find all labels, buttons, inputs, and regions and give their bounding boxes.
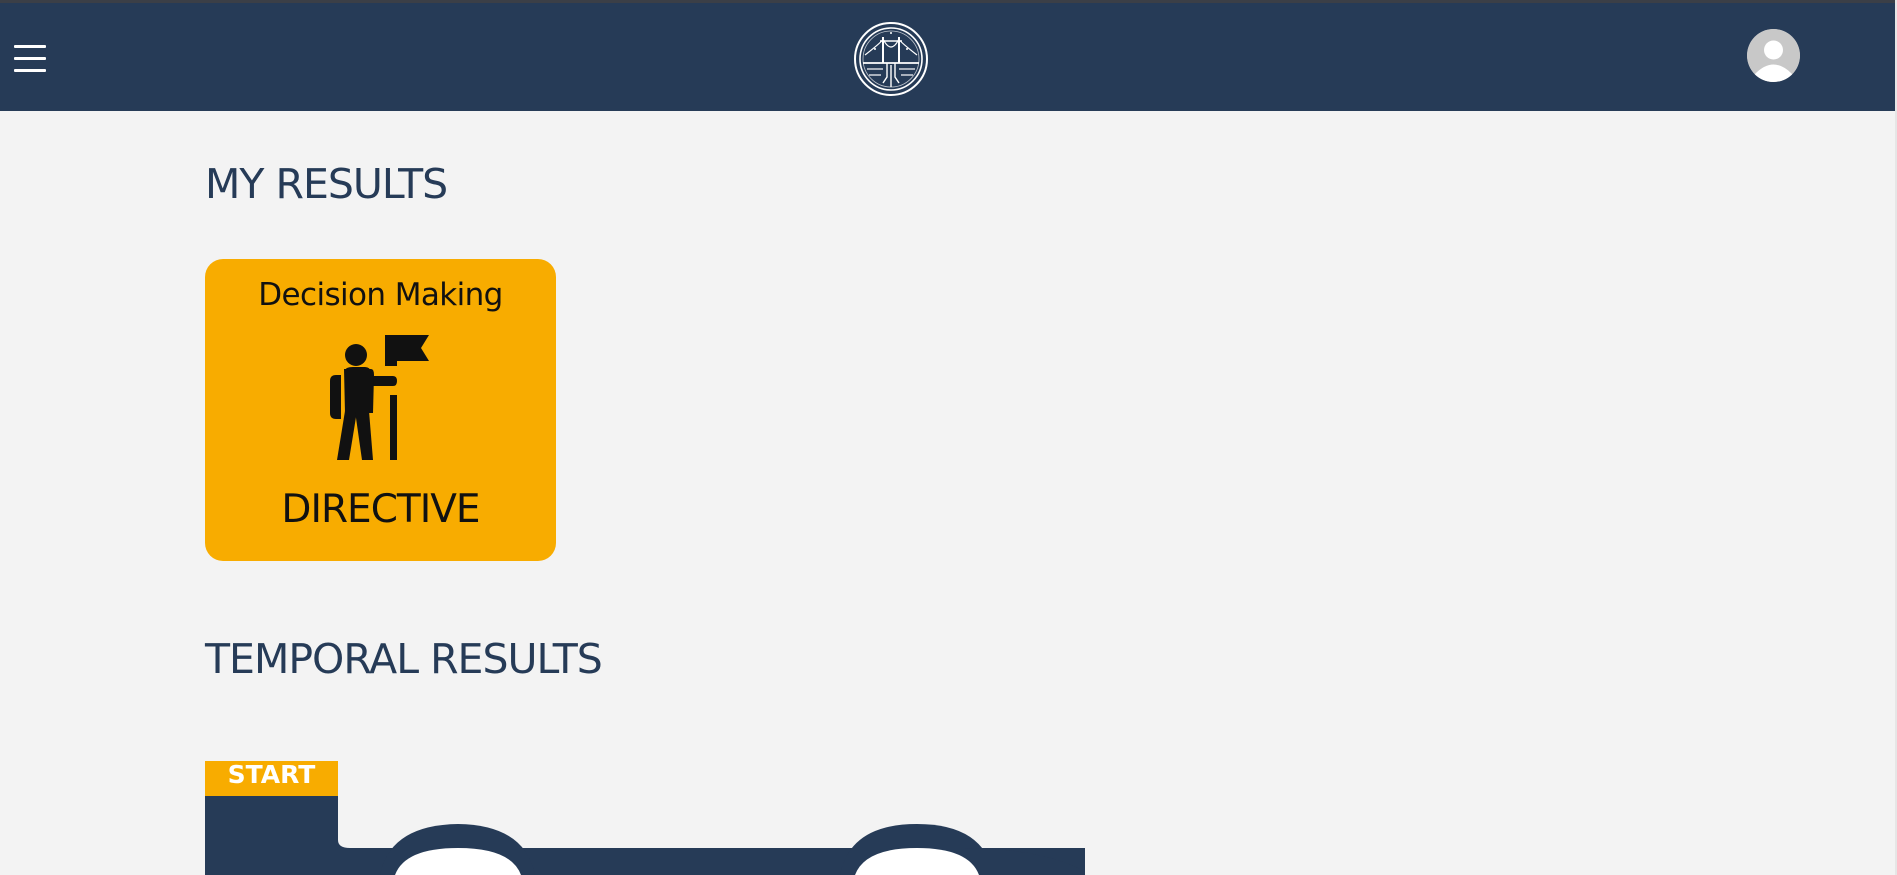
top-navbar: [0, 3, 1895, 111]
timeline-start-label: START: [205, 761, 338, 796]
my-results-title: MY RESULTS: [205, 160, 448, 208]
card-result-label: DIRECTIVE: [281, 487, 480, 532]
temporal-timeline-track: [205, 795, 1100, 875]
hiker-with-flag-icon: [325, 335, 437, 463]
hamburger-menu-icon[interactable]: [14, 45, 48, 77]
result-card-decision-making[interactable]: Decision Making DIRECTIVE: [205, 259, 556, 561]
bridge-emblem-icon[interactable]: [853, 21, 929, 97]
user-avatar-icon[interactable]: [1747, 29, 1800, 82]
card-category-label: Decision Making: [258, 277, 503, 313]
temporal-results-title: TEMPORAL RESULTS: [205, 635, 603, 683]
app-root: MY RESULTS Decision Making DIRECTIVE TEM…: [0, 0, 1897, 875]
